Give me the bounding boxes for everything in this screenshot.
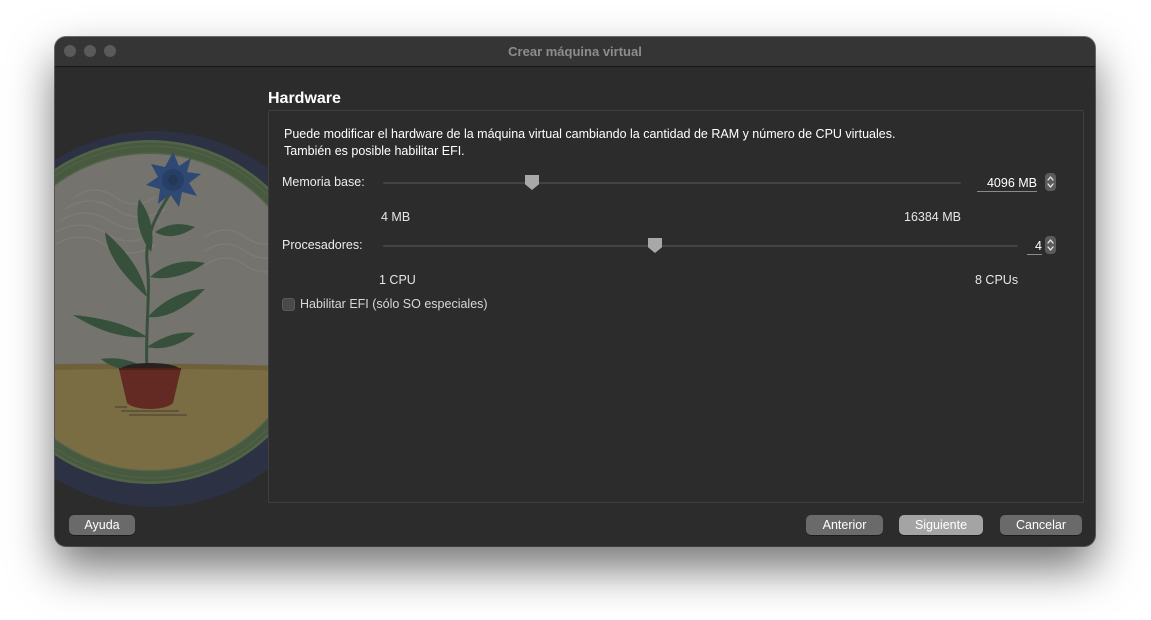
memory-stepper[interactable] [1045,173,1056,191]
processors-label: Procesadores: [282,238,363,252]
title-bar[interactable]: Crear máquina virtual [55,37,1095,67]
description-line-1: Puede modificar el hardware de la máquin… [284,127,896,141]
memory-slider-track[interactable] [383,182,961,184]
back-button[interactable]: Anterior [806,515,883,535]
processors-min-label: 1 CPU [379,273,416,287]
processors-stepper[interactable] [1045,236,1056,254]
page-heading: Hardware [268,90,341,107]
efi-checkbox[interactable] [282,298,295,311]
wizard-window: Crear máquina virtual Hardware Puede mod… [55,37,1095,546]
memory-label: Memoria base: [282,175,365,189]
processors-value-field[interactable]: 4 [1027,239,1042,255]
next-button[interactable]: Siguiente [899,515,983,535]
efi-checkbox-label[interactable]: Habilitar EFI (sólo SO especiales) [300,297,488,311]
processors-max-label: 8 CPUs [975,273,1019,287]
memory-max-label: 16384 MB [904,210,961,224]
window-title: Crear máquina virtual [508,44,642,59]
memory-min-label: 4 MB [381,210,411,224]
page-description: Puede modificar el hardware de la máquin… [284,126,1044,160]
memory-value-field[interactable]: 4096 MB [977,176,1037,192]
cancel-button[interactable]: Cancelar [1000,515,1082,535]
stepper-arrows-icon [1047,239,1054,251]
processors-slider-track[interactable] [383,245,1018,247]
help-button[interactable]: Ayuda [69,515,135,535]
stepper-arrows-icon [1047,176,1054,188]
description-line-2: También es posible habilitar EFI. [284,144,465,158]
